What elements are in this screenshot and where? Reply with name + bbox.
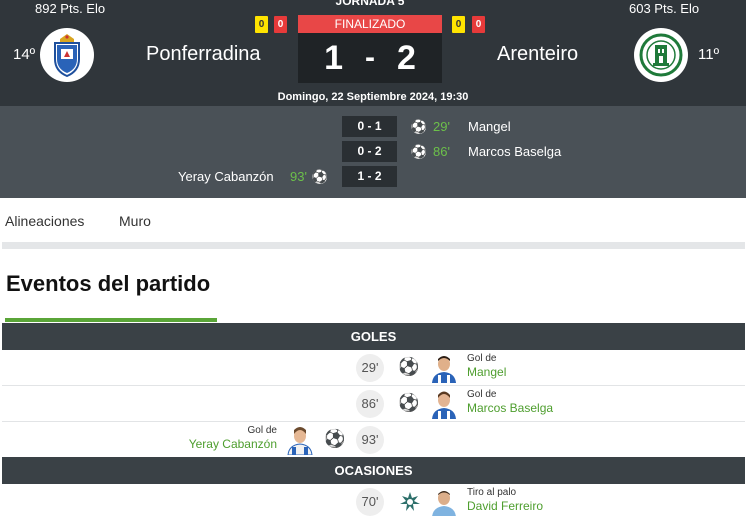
goals-section-header: GOLES [2,323,745,350]
event-row: 86' ⚽ Gol de Marcos Baselga [2,386,745,422]
event-player-link[interactable]: Mangel [467,365,506,379]
match-header: 892 Pts. Elo 603 Pts. Elo 14º Ponferradi… [0,0,746,106]
tab-alineaciones[interactable]: Alineaciones [5,213,84,229]
goalpost-shot-icon [399,490,421,516]
event-player-link[interactable]: Marcos Baselga [467,401,553,415]
ball-icon: ⚽ [324,429,346,448]
summary-player[interactable]: Marcos Baselga [468,144,561,159]
ball-icon: ⚽ [410,144,428,159]
away-team-name[interactable]: Arenteiro [497,43,578,66]
event-type: Gol de [247,425,277,436]
event-row: 70' Tiro al palo David Ferreiro [2,484,745,516]
summary-player[interactable]: Yeray Cabanzón [178,169,274,184]
away-elo: 603 Pts. Elo [629,1,700,16]
summary-score: 0 - 2 [342,141,397,162]
away-rank: 11º [698,46,720,63]
match-tabs: Alineaciones Muro [0,198,746,242]
matchday-label: JORNADA 5 [335,0,405,8]
ball-icon: ⚽ [398,393,420,412]
event-player-link[interactable]: Yeray Cabanzón [189,437,277,451]
goals-summary: 0 - 1 ⚽ 29' Mangel 0 - 2 ⚽ 86' Marcos Ba… [0,106,746,198]
player-photo[interactable] [430,353,458,383]
match-page: 892 Pts. Elo 603 Pts. Elo 14º Ponferradi… [0,0,746,516]
summary-minute: 29' [433,119,450,134]
summary-row: 0 - 2 ⚽ 86' Marcos Baselga [0,141,746,163]
home-team-name[interactable]: Ponferradina [146,43,261,66]
summary-minute: 86' [433,144,450,159]
summary-row: 0 - 1 ⚽ 29' Mangel [0,116,746,138]
score-separator: - [365,41,375,74]
summary-row: Yeray Cabanzón 93' ⚽ 1 - 2 [0,166,746,188]
chances-section-header: OCASIONES [2,457,745,484]
ball-icon: ⚽ [311,169,329,184]
match-date: Domingo, 22 Septiembre 2024, 19:30 [277,91,469,103]
summary-player[interactable]: Mangel [468,119,511,134]
away-red-cards: 0 [472,16,485,33]
player-photo[interactable] [430,389,458,419]
events-title: Eventos del partido [6,271,211,296]
event-row: Gol de Yeray Cabanzón ⚽ 93' [2,422,745,458]
away-yellow-cards: 0 [452,16,465,33]
home-rank: 14º [13,46,36,63]
tab-muro[interactable]: Muro [119,213,151,229]
ball-icon: ⚽ [410,119,428,134]
event-minute: 86' [356,390,384,418]
summary-score: 1 - 2 [342,166,397,187]
home-yellow-cards: 0 [255,16,268,33]
ball-icon: ⚽ [398,357,420,376]
event-player-link[interactable]: David Ferreiro [467,499,543,513]
away-crest-icon[interactable] [634,28,688,82]
summary-score: 0 - 1 [342,116,397,137]
home-crest-icon[interactable] [40,28,94,82]
home-red-cards: 0 [274,16,287,33]
event-type: Gol de [467,353,497,364]
home-elo: 892 Pts. Elo [35,1,106,16]
match-status-badge: FINALIZADO [298,15,442,33]
divider [2,242,745,249]
away-score: 2 [397,38,416,77]
event-minute: 93' [356,426,384,454]
event-minute: 29' [356,354,384,382]
title-underline [5,318,217,322]
home-score: 1 [324,38,343,77]
event-type: Gol de [467,389,497,400]
event-row: 29' ⚽ Gol de Mangel [2,350,745,386]
event-minute: 70' [356,488,384,516]
event-type: Tiro al palo [467,487,517,498]
player-photo[interactable] [430,487,458,516]
scoreboard: 1 - 2 [298,33,442,83]
summary-minute: 93' [290,169,307,184]
player-photo[interactable] [286,425,314,455]
